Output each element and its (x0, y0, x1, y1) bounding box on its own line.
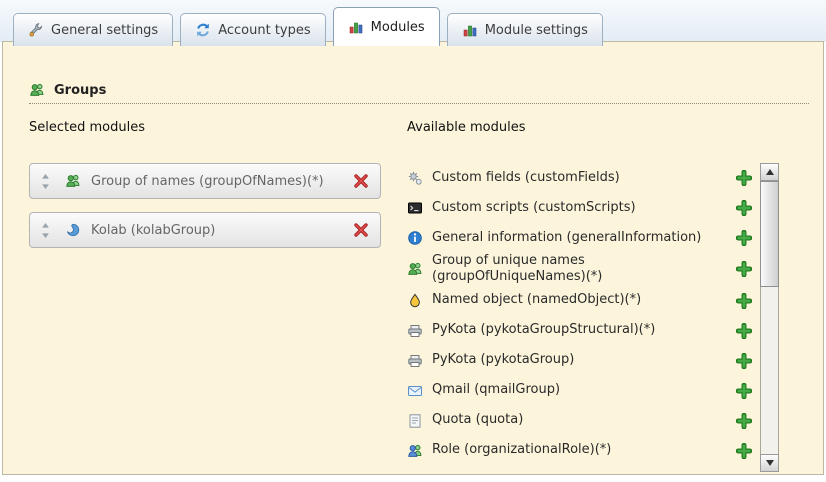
drag-handle-icon[interactable] (41, 174, 50, 189)
wrench-icon (28, 22, 44, 38)
droplet-icon (407, 293, 423, 309)
red-x-icon[interactable] (353, 173, 369, 189)
selected-module-row[interactable]: Kolab (kolabGroup) (29, 212, 381, 248)
info-icon (407, 230, 423, 246)
selected-module-row[interactable]: Group of names (groupOfNames)(*) (29, 163, 381, 199)
group-icon (407, 261, 423, 277)
tab-label: Module settings (485, 23, 588, 38)
triangle-up-icon (766, 169, 774, 175)
green-plus-icon[interactable] (736, 353, 752, 369)
available-module-row: Quota (quota) (407, 406, 760, 436)
page: General settings Account types (0, 0, 826, 482)
bar-chart-icon (462, 22, 478, 38)
selected-modules-heading: Selected modules (29, 120, 381, 137)
available-module-label: Role (organizationalRole)(*) (432, 442, 611, 458)
green-plus-icon[interactable] (736, 323, 752, 339)
section-header: Groups (29, 82, 809, 104)
content-panel: Groups Selected modules (2, 41, 824, 475)
triangle-down-icon (766, 460, 774, 466)
green-plus-icon[interactable] (736, 383, 752, 399)
available-module-label: Qmail (qmailGroup) (432, 382, 560, 398)
tab-module-settings[interactable]: Module settings (447, 13, 603, 46)
printer-icon (407, 353, 423, 369)
available-modules-heading: Available modules (407, 120, 779, 137)
tab-general-settings[interactable]: General settings (13, 13, 173, 46)
scroll-down-button[interactable] (760, 454, 779, 472)
available-module-row: General information (generalInformation) (407, 223, 760, 253)
available-module-row: Custom scripts (customScripts) (407, 193, 760, 223)
green-plus-icon[interactable] (736, 413, 752, 429)
green-plus-icon[interactable] (736, 200, 752, 216)
available-module-row: PyKota (pykotaGroup) (407, 346, 760, 376)
available-module-row: Group of unique names (groupOfUniqueName… (407, 253, 760, 286)
selected-module-label: Kolab (kolabGroup) (91, 223, 353, 238)
available-module-row: Role (organizationalRole)(*) (407, 436, 760, 466)
scroll-up-button[interactable] (760, 163, 779, 181)
scrollbar-thumb[interactable] (760, 181, 779, 287)
drag-handle-icon[interactable] (41, 223, 50, 238)
script-icon (407, 200, 423, 216)
red-x-icon[interactable] (353, 222, 369, 238)
green-plus-icon[interactable] (736, 230, 752, 246)
available-module-row: Qmail (qmailGroup) (407, 376, 760, 406)
bar-chart-icon (348, 19, 364, 35)
available-module-label: General information (generalInformation) (432, 230, 701, 246)
green-plus-icon[interactable] (736, 261, 752, 277)
available-module-row: Named object (namedObject)(*) (407, 286, 760, 316)
green-plus-icon[interactable] (736, 170, 752, 186)
envelope-icon (407, 383, 423, 399)
available-modules-list: Custom fields (customFields) (407, 163, 779, 472)
scrollbar-track[interactable] (761, 180, 778, 454)
available-module-label: Quota (quota) (432, 412, 523, 428)
selected-modules-column: Selected modules (29, 120, 381, 472)
section-title: Groups (54, 83, 106, 98)
tab-account-types[interactable]: Account types (180, 13, 325, 46)
green-plus-icon[interactable] (736, 443, 752, 459)
tab-label: Modules (371, 20, 425, 35)
groups-icon (29, 82, 45, 98)
gears-icon (407, 170, 423, 186)
available-module-label: Named object (namedObject)(*) (432, 292, 641, 308)
available-module-label: PyKota (pykotaGroup) (432, 352, 574, 368)
document-icon (407, 413, 423, 429)
available-module-label: PyKota (pykotaGroupStructural)(*) (432, 322, 655, 338)
available-module-label: Custom fields (customFields) (432, 170, 620, 186)
green-plus-icon[interactable] (736, 293, 752, 309)
available-modules-column: Available modules (407, 120, 779, 472)
tab-label: Account types (218, 23, 310, 38)
modules-columns: Selected modules (29, 120, 779, 472)
available-module-row: PyKota (pykotaGroupStructural)(*) (407, 316, 760, 346)
scrollbar[interactable] (760, 163, 779, 472)
available-module-label: Custom scripts (customScripts) (432, 200, 636, 216)
tab-modules[interactable]: Modules (333, 7, 440, 46)
kolab-icon (65, 222, 81, 238)
available-module-row: Custom fields (customFields) (407, 163, 760, 193)
sync-icon (195, 22, 211, 38)
selected-module-label: Group of names (groupOfNames)(*) (91, 174, 353, 189)
group-icon (65, 173, 81, 189)
available-module-label: Group of unique names (groupOfUniqueName… (432, 253, 728, 286)
printer-icon (407, 323, 423, 339)
tab-bar: General settings Account types (13, 7, 603, 46)
tab-label: General settings (51, 23, 158, 38)
role-icon (407, 443, 423, 459)
